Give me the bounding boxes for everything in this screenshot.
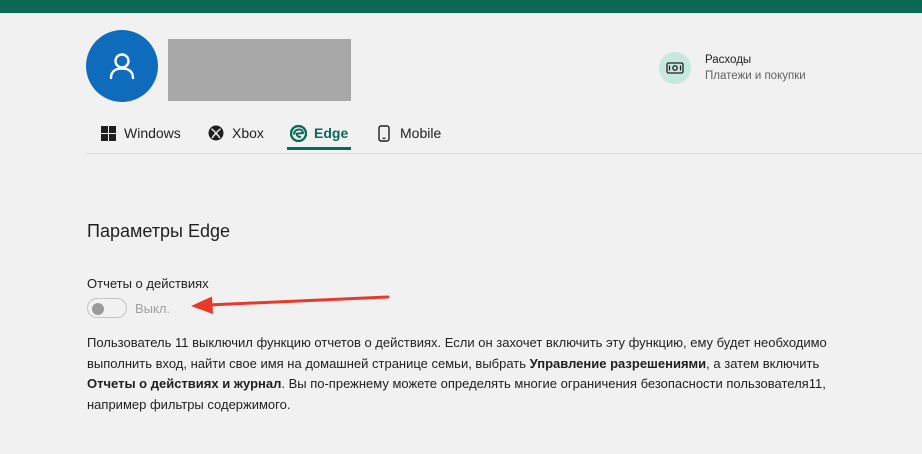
windows-icon [99, 124, 117, 142]
expenses-link[interactable]: Расходы Платежи и покупки [659, 52, 806, 84]
tab-label: Xbox [232, 125, 264, 141]
mobile-icon [375, 124, 393, 142]
avatar[interactable] [86, 30, 158, 102]
redacted-user-name [168, 39, 351, 101]
active-tab-indicator [287, 147, 351, 150]
expenses-subtitle: Платежи и покупки [705, 69, 806, 82]
money-icon [659, 52, 691, 84]
activity-reports-label: Отчеты о действиях [87, 276, 209, 291]
tab-mobile[interactable]: Mobile [375, 114, 441, 152]
tab-label: Edge [314, 125, 349, 141]
tab-windows[interactable]: Windows [99, 114, 181, 152]
edge-icon [289, 124, 307, 142]
tab-xbox[interactable]: Xbox [207, 114, 264, 152]
device-tabs: Windows Xbox Edge Mobile [86, 114, 922, 154]
person-icon [109, 53, 135, 80]
expenses-title: Расходы [705, 53, 752, 66]
section-title: Параметры Edge [87, 221, 230, 241]
tab-label: Mobile [400, 125, 442, 141]
top-accent-bar [0, 0, 922, 13]
activity-reports-toggle[interactable] [87, 298, 127, 318]
xbox-icon [207, 124, 225, 142]
activity-description: Пользователь 11 выключил функцию отчетов… [87, 335, 827, 412]
toggle-knob [92, 303, 104, 315]
tab-label: Windows [124, 125, 181, 141]
toggle-state-label: Выкл. [135, 301, 171, 316]
